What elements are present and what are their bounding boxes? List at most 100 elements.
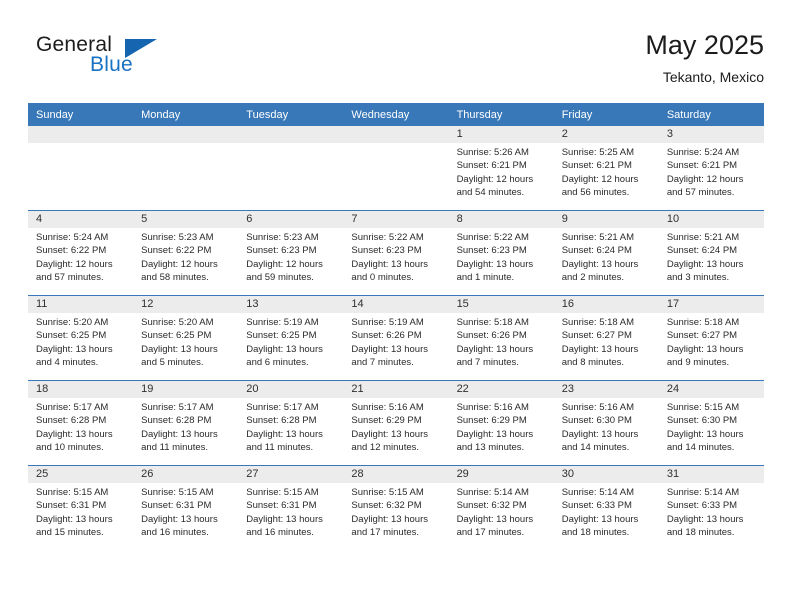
daylight-text-line1: Daylight: 13 hours bbox=[36, 428, 113, 440]
day-cell[interactable]: 14 Sunrise: 5:19 AM Sunset: 6:26 PM Dayligh… bbox=[343, 296, 449, 380]
day-details: Sunrise: 5:19 AM Sunset: 6:25 PM Daylight:… bbox=[238, 313, 343, 370]
day-cell[interactable]: 4 Sunrise: 5:24 AM Sunset: 6:22 PM Daylight… bbox=[28, 211, 134, 295]
day-number: 11 bbox=[28, 296, 134, 313]
calendar-day-cell[interactable]: 11 Sunrise: 5:20 AM Sunset: 6:25 PM Dayligh… bbox=[28, 295, 134, 381]
day-details: Sunrise: 5:20 AM Sunset: 6:25 PM Daylight:… bbox=[133, 313, 238, 370]
day-cell[interactable]: 15 Sunrise: 5:18 AM Sunset: 6:26 PM Dayligh… bbox=[448, 296, 554, 380]
day-cell[interactable]: 17 Sunrise: 5:18 AM Sunset: 6:27 PM Dayligh… bbox=[658, 296, 764, 380]
calendar-day-cell[interactable]: 13 Sunrise: 5:19 AM Sunset: 6:25 PM Dayligh… bbox=[238, 295, 344, 381]
calendar-day-cell[interactable]: 23 Sunrise: 5:16 AM Sunset: 6:30 PM Dayligh… bbox=[553, 380, 659, 466]
calendar-day-cell[interactable]: 19 Sunrise: 5:17 AM Sunset: 6:28 PM Dayligh… bbox=[133, 380, 239, 466]
day-number: 29 bbox=[448, 466, 554, 483]
day-cell[interactable]: 11 Sunrise: 5:20 AM Sunset: 6:25 PM Dayligh… bbox=[28, 296, 134, 380]
daylight-text-line1: Daylight: 12 hours bbox=[141, 258, 218, 270]
day-cell[interactable]: 5 Sunrise: 5:23 AM Sunset: 6:22 PM Daylight… bbox=[133, 211, 239, 295]
day-cell[interactable]: 28 Sunrise: 5:15 AM Sunset: 6:32 PM Dayligh… bbox=[343, 466, 449, 550]
calendar-day-cell[interactable]: 5 Sunrise: 5:23 AM Sunset: 6:22 PM Daylight… bbox=[133, 210, 239, 296]
calendar-day-cell[interactable]: 30 Sunrise: 5:14 AM Sunset: 6:33 PM Dayligh… bbox=[553, 465, 659, 550]
day-cell[interactable]: 20 Sunrise: 5:17 AM Sunset: 6:28 PM Dayligh… bbox=[238, 381, 344, 465]
day-number: 16 bbox=[553, 296, 659, 313]
day-cell[interactable]: 23 Sunrise: 5:16 AM Sunset: 6:30 PM Dayligh… bbox=[553, 381, 659, 465]
calendar-day-cell[interactable]: 15 Sunrise: 5:18 AM Sunset: 6:26 PM Dayligh… bbox=[448, 295, 554, 381]
day-cell[interactable]: 7 Sunrise: 5:22 AM Sunset: 6:23 PM Daylight… bbox=[343, 211, 449, 295]
day-cell[interactable]: 18 Sunrise: 5:17 AM Sunset: 6:28 PM Dayligh… bbox=[28, 381, 134, 465]
brand-logo[interactable]: General Blue bbox=[28, 33, 258, 89]
sunrise-text: Sunrise: 5:22 AM bbox=[351, 232, 424, 243]
sunrise-text: Sunrise: 5:16 AM bbox=[456, 402, 529, 413]
calendar-day-cell[interactable]: 2 Sunrise: 5:25 AM Sunset: 6:21 PM Daylight… bbox=[553, 126, 659, 211]
calendar-day-cell[interactable] bbox=[28, 126, 134, 211]
sunrise-text: Sunrise: 5:23 AM bbox=[246, 232, 319, 243]
daylight-text-line1: Daylight: 13 hours bbox=[141, 343, 218, 355]
calendar-day-cell[interactable] bbox=[238, 126, 344, 211]
sunrise-text: Sunrise: 5:16 AM bbox=[351, 402, 424, 413]
calendar-day-cell[interactable]: 3 Sunrise: 5:24 AM Sunset: 6:21 PM Daylight… bbox=[658, 126, 764, 211]
day-cell[interactable]: 30 Sunrise: 5:14 AM Sunset: 6:33 PM Dayligh… bbox=[553, 466, 659, 550]
calendar-day-cell[interactable]: 10 Sunrise: 5:21 AM Sunset: 6:24 PM Dayligh… bbox=[658, 210, 764, 296]
calendar-day-cell[interactable]: 29 Sunrise: 5:14 AM Sunset: 6:32 PM Dayligh… bbox=[448, 465, 554, 550]
sunset-text: Sunset: 6:32 PM bbox=[351, 500, 422, 512]
sunset-text: Sunset: 6:31 PM bbox=[141, 500, 212, 512]
sunset-text: Sunset: 6:32 PM bbox=[456, 500, 527, 512]
calendar-day-cell[interactable]: 20 Sunrise: 5:17 AM Sunset: 6:28 PM Dayligh… bbox=[238, 380, 344, 466]
day-cell[interactable]: 10 Sunrise: 5:21 AM Sunset: 6:24 PM Dayligh… bbox=[658, 211, 764, 295]
day-cell[interactable]: 22 Sunrise: 5:16 AM Sunset: 6:29 PM Dayligh… bbox=[448, 381, 554, 465]
calendar-day-cell[interactable]: 28 Sunrise: 5:15 AM Sunset: 6:32 PM Dayligh… bbox=[343, 465, 449, 550]
calendar-day-cell[interactable] bbox=[133, 126, 239, 211]
day-cell[interactable]: 27 Sunrise: 5:15 AM Sunset: 6:31 PM Dayligh… bbox=[238, 466, 344, 550]
day-cell[interactable]: 25 Sunrise: 5:15 AM Sunset: 6:31 PM Dayligh… bbox=[28, 466, 134, 550]
calendar-day-cell[interactable]: 22 Sunrise: 5:16 AM Sunset: 6:29 PM Dayligh… bbox=[448, 380, 554, 466]
calendar-day-cell[interactable]: 21 Sunrise: 5:16 AM Sunset: 6:29 PM Dayligh… bbox=[343, 380, 449, 466]
sunrise-text: Sunrise: 5:22 AM bbox=[456, 232, 529, 243]
calendar-day-cell[interactable]: 1 Sunrise: 5:26 AM Sunset: 6:21 PM Daylight… bbox=[448, 126, 554, 211]
day-cell[interactable]: 12 Sunrise: 5:20 AM Sunset: 6:25 PM Dayligh… bbox=[133, 296, 239, 380]
day-cell[interactable]: 16 Sunrise: 5:18 AM Sunset: 6:27 PM Dayligh… bbox=[553, 296, 659, 380]
calendar-day-cell[interactable]: 16 Sunrise: 5:18 AM Sunset: 6:27 PM Dayligh… bbox=[553, 295, 659, 381]
calendar-day-cell[interactable]: 27 Sunrise: 5:15 AM Sunset: 6:31 PM Dayligh… bbox=[238, 465, 344, 550]
calendar-day-cell[interactable]: 7 Sunrise: 5:22 AM Sunset: 6:23 PM Daylight… bbox=[343, 210, 449, 296]
day-details: Sunrise: 5:14 AM Sunset: 6:33 PM Daylight:… bbox=[659, 483, 764, 540]
sunset-text: Sunset: 6:25 PM bbox=[36, 330, 107, 342]
calendar-day-cell[interactable]: 9 Sunrise: 5:21 AM Sunset: 6:24 PM Daylight… bbox=[553, 210, 659, 296]
daylight-text-line2: and 18 minutes. bbox=[666, 527, 735, 539]
calendar-day-cell[interactable]: 14 Sunrise: 5:19 AM Sunset: 6:26 PM Dayligh… bbox=[343, 295, 449, 381]
calendar-day-cell[interactable]: 8 Sunrise: 5:22 AM Sunset: 6:23 PM Daylight… bbox=[448, 210, 554, 296]
calendar-day-cell[interactable]: 6 Sunrise: 5:23 AM Sunset: 6:23 PM Daylight… bbox=[238, 210, 344, 296]
calendar-day-cell[interactable]: 4 Sunrise: 5:24 AM Sunset: 6:22 PM Daylight… bbox=[28, 210, 134, 296]
day-cell[interactable]: 29 Sunrise: 5:14 AM Sunset: 6:32 PM Dayligh… bbox=[448, 466, 554, 550]
daylight-text-line2: and 16 minutes. bbox=[246, 527, 314, 539]
day-cell[interactable]: 2 Sunrise: 5:25 AM Sunset: 6:21 PM Daylight… bbox=[553, 126, 659, 210]
day-details: Sunrise: 5:14 AM Sunset: 6:33 PM Daylight:… bbox=[554, 483, 659, 540]
weekday-header-friday: Friday bbox=[553, 103, 659, 126]
day-number: 17 bbox=[658, 296, 764, 313]
day-cell[interactable]: 8 Sunrise: 5:22 AM Sunset: 6:23 PM Daylight… bbox=[448, 211, 554, 295]
day-cell[interactable]: 6 Sunrise: 5:23 AM Sunset: 6:23 PM Daylight… bbox=[238, 211, 344, 295]
day-cell[interactable]: 31 Sunrise: 5:14 AM Sunset: 6:33 PM Dayligh… bbox=[658, 466, 764, 550]
sunrise-text: Sunrise: 5:20 AM bbox=[141, 317, 214, 328]
sunset-text: Sunset: 6:27 PM bbox=[666, 330, 738, 342]
daylight-text-line2: and 2 minutes. bbox=[561, 272, 625, 284]
calendar-day-cell[interactable]: 26 Sunrise: 5:15 AM Sunset: 6:31 PM Dayligh… bbox=[133, 465, 239, 550]
sunrise-text: Sunrise: 5:20 AM bbox=[36, 317, 109, 328]
day-cell[interactable]: 3 Sunrise: 5:24 AM Sunset: 6:21 PM Daylight… bbox=[658, 126, 764, 210]
calendar-day-cell[interactable]: 18 Sunrise: 5:17 AM Sunset: 6:28 PM Dayligh… bbox=[28, 380, 134, 466]
day-cell[interactable]: 24 Sunrise: 5:15 AM Sunset: 6:30 PM Dayligh… bbox=[658, 381, 764, 465]
sunrise-text: Sunrise: 5:15 AM bbox=[351, 487, 424, 498]
day-cell[interactable]: 19 Sunrise: 5:17 AM Sunset: 6:28 PM Dayligh… bbox=[133, 381, 239, 465]
calendar-week-row: 1 Sunrise: 5:26 AM Sunset: 6:21 PM Daylight… bbox=[28, 126, 764, 211]
day-cell[interactable]: 26 Sunrise: 5:15 AM Sunset: 6:31 PM Dayligh… bbox=[133, 466, 239, 550]
day-cell[interactable]: 13 Sunrise: 5:19 AM Sunset: 6:25 PM Dayligh… bbox=[238, 296, 344, 380]
day-cell[interactable]: 9 Sunrise: 5:21 AM Sunset: 6:24 PM Daylight… bbox=[553, 211, 659, 295]
calendar-day-cell[interactable]: 12 Sunrise: 5:20 AM Sunset: 6:25 PM Dayligh… bbox=[133, 295, 239, 381]
day-number: 10 bbox=[658, 211, 764, 228]
day-details: Sunrise: 5:16 AM Sunset: 6:29 PM Daylight:… bbox=[343, 398, 448, 455]
calendar-day-cell[interactable]: 17 Sunrise: 5:18 AM Sunset: 6:27 PM Dayligh… bbox=[658, 295, 764, 381]
calendar-day-cell[interactable]: 24 Sunrise: 5:15 AM Sunset: 6:30 PM Dayligh… bbox=[658, 380, 764, 466]
day-number: 24 bbox=[658, 381, 764, 398]
day-details: Sunrise: 5:22 AM Sunset: 6:23 PM Daylight:… bbox=[449, 228, 554, 285]
calendar-day-cell[interactable] bbox=[343, 126, 449, 211]
day-cell[interactable]: 21 Sunrise: 5:16 AM Sunset: 6:29 PM Dayligh… bbox=[343, 381, 449, 465]
calendar-day-cell[interactable]: 25 Sunrise: 5:15 AM Sunset: 6:31 PM Dayligh… bbox=[28, 465, 134, 550]
calendar-day-cell[interactable]: 31 Sunrise: 5:14 AM Sunset: 6:33 PM Dayligh… bbox=[658, 465, 764, 550]
day-cell[interactable]: 1 Sunrise: 5:26 AM Sunset: 6:21 PM Daylight… bbox=[448, 126, 554, 210]
